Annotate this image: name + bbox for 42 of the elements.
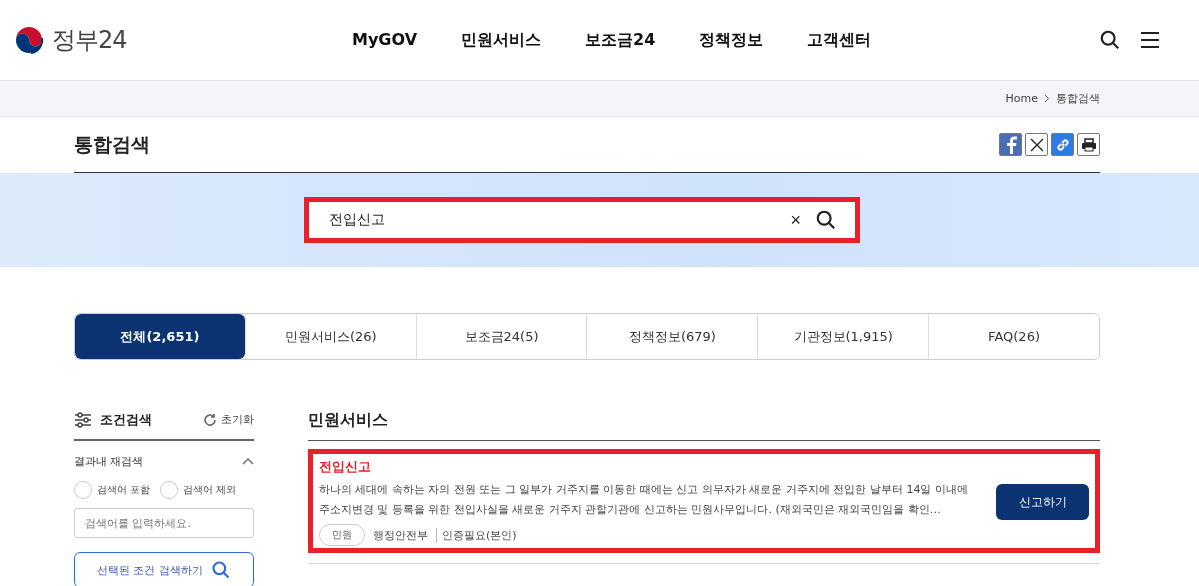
category-tab[interactable]: 전체(2,651): [75, 314, 245, 359]
apply-button[interactable]: 신고하기: [996, 484, 1089, 520]
menu-icon[interactable]: [1139, 29, 1161, 51]
keyword-input-field[interactable]: 검색어를 입력하세요.: [74, 508, 254, 538]
nav-link[interactable]: 고객센터: [807, 29, 872, 51]
agency-text: 행정안전부: [373, 527, 428, 543]
nav-link[interactable]: 보조금24: [585, 29, 656, 51]
section-toggle[interactable]: 결과내 재검색: [74, 441, 254, 481]
site-logo-text[interactable]: 정부24: [52, 24, 127, 56]
clear-button[interactable]: ×: [790, 209, 801, 231]
search-icon[interactable]: [1099, 29, 1121, 51]
nav-link[interactable]: 정책정보: [699, 29, 764, 51]
filter-sliders-icon: [74, 411, 92, 428]
chevron-right-icon: [1044, 94, 1050, 103]
chevron-up-icon: [242, 457, 254, 465]
nav-link[interactable]: 민원서비스: [461, 29, 542, 51]
radio-label: 검색어 제외: [183, 483, 237, 497]
search-field[interactable]: 전입신고 ×: [304, 197, 860, 243]
breadcrumb-link[interactable]: Home: [1005, 92, 1038, 105]
radio-label: 검색어 포함: [97, 483, 151, 497]
result-description: 하나의 세대에 속하는 자의 전원 또는 그 일부가 거주지를 이동한 때에는 신고 의무자가 새로운 거주지에 전입한 날부터 14일 이내에 주소지변경 및 등록을 위한 전입사실을 새로운 거주지 관할기관에 신고하는 민원사무입니다. (재외국민은 재외국민임을 확인…: [319, 482, 969, 518]
breadcrumb-link[interactable]: 통합검색: [1056, 91, 1100, 106]
nav-link[interactable]: MyGOV: [352, 29, 418, 51]
print-button[interactable]: [1077, 133, 1100, 156]
radio-button[interactable]: [160, 481, 179, 499]
reset-button[interactable]: 초기화: [203, 412, 254, 427]
section-heading: 민원서비스: [308, 400, 1100, 441]
facebook-icon: [1004, 135, 1017, 154]
condition-search-button[interactable]: 선택된 조건 검색하기: [74, 552, 254, 586]
x-share-button[interactable]: [1025, 133, 1048, 156]
link-share-button[interactable]: [1051, 133, 1074, 156]
refresh-icon: [203, 412, 217, 427]
auth-text: 인증필요(본인): [436, 527, 517, 543]
result-title[interactable]: 전입신고: [319, 458, 978, 476]
filter-title: 조건검색: [100, 410, 152, 429]
page-title: 통합검색: [74, 131, 150, 157]
category-tab[interactable]: FAQ(26): [928, 314, 1099, 359]
facebook-share-button[interactable]: [999, 133, 1022, 156]
link-icon: [1055, 137, 1070, 152]
radio-button[interactable]: [74, 481, 92, 499]
search-icon: [211, 560, 231, 580]
search-icon[interactable]: [815, 209, 837, 231]
